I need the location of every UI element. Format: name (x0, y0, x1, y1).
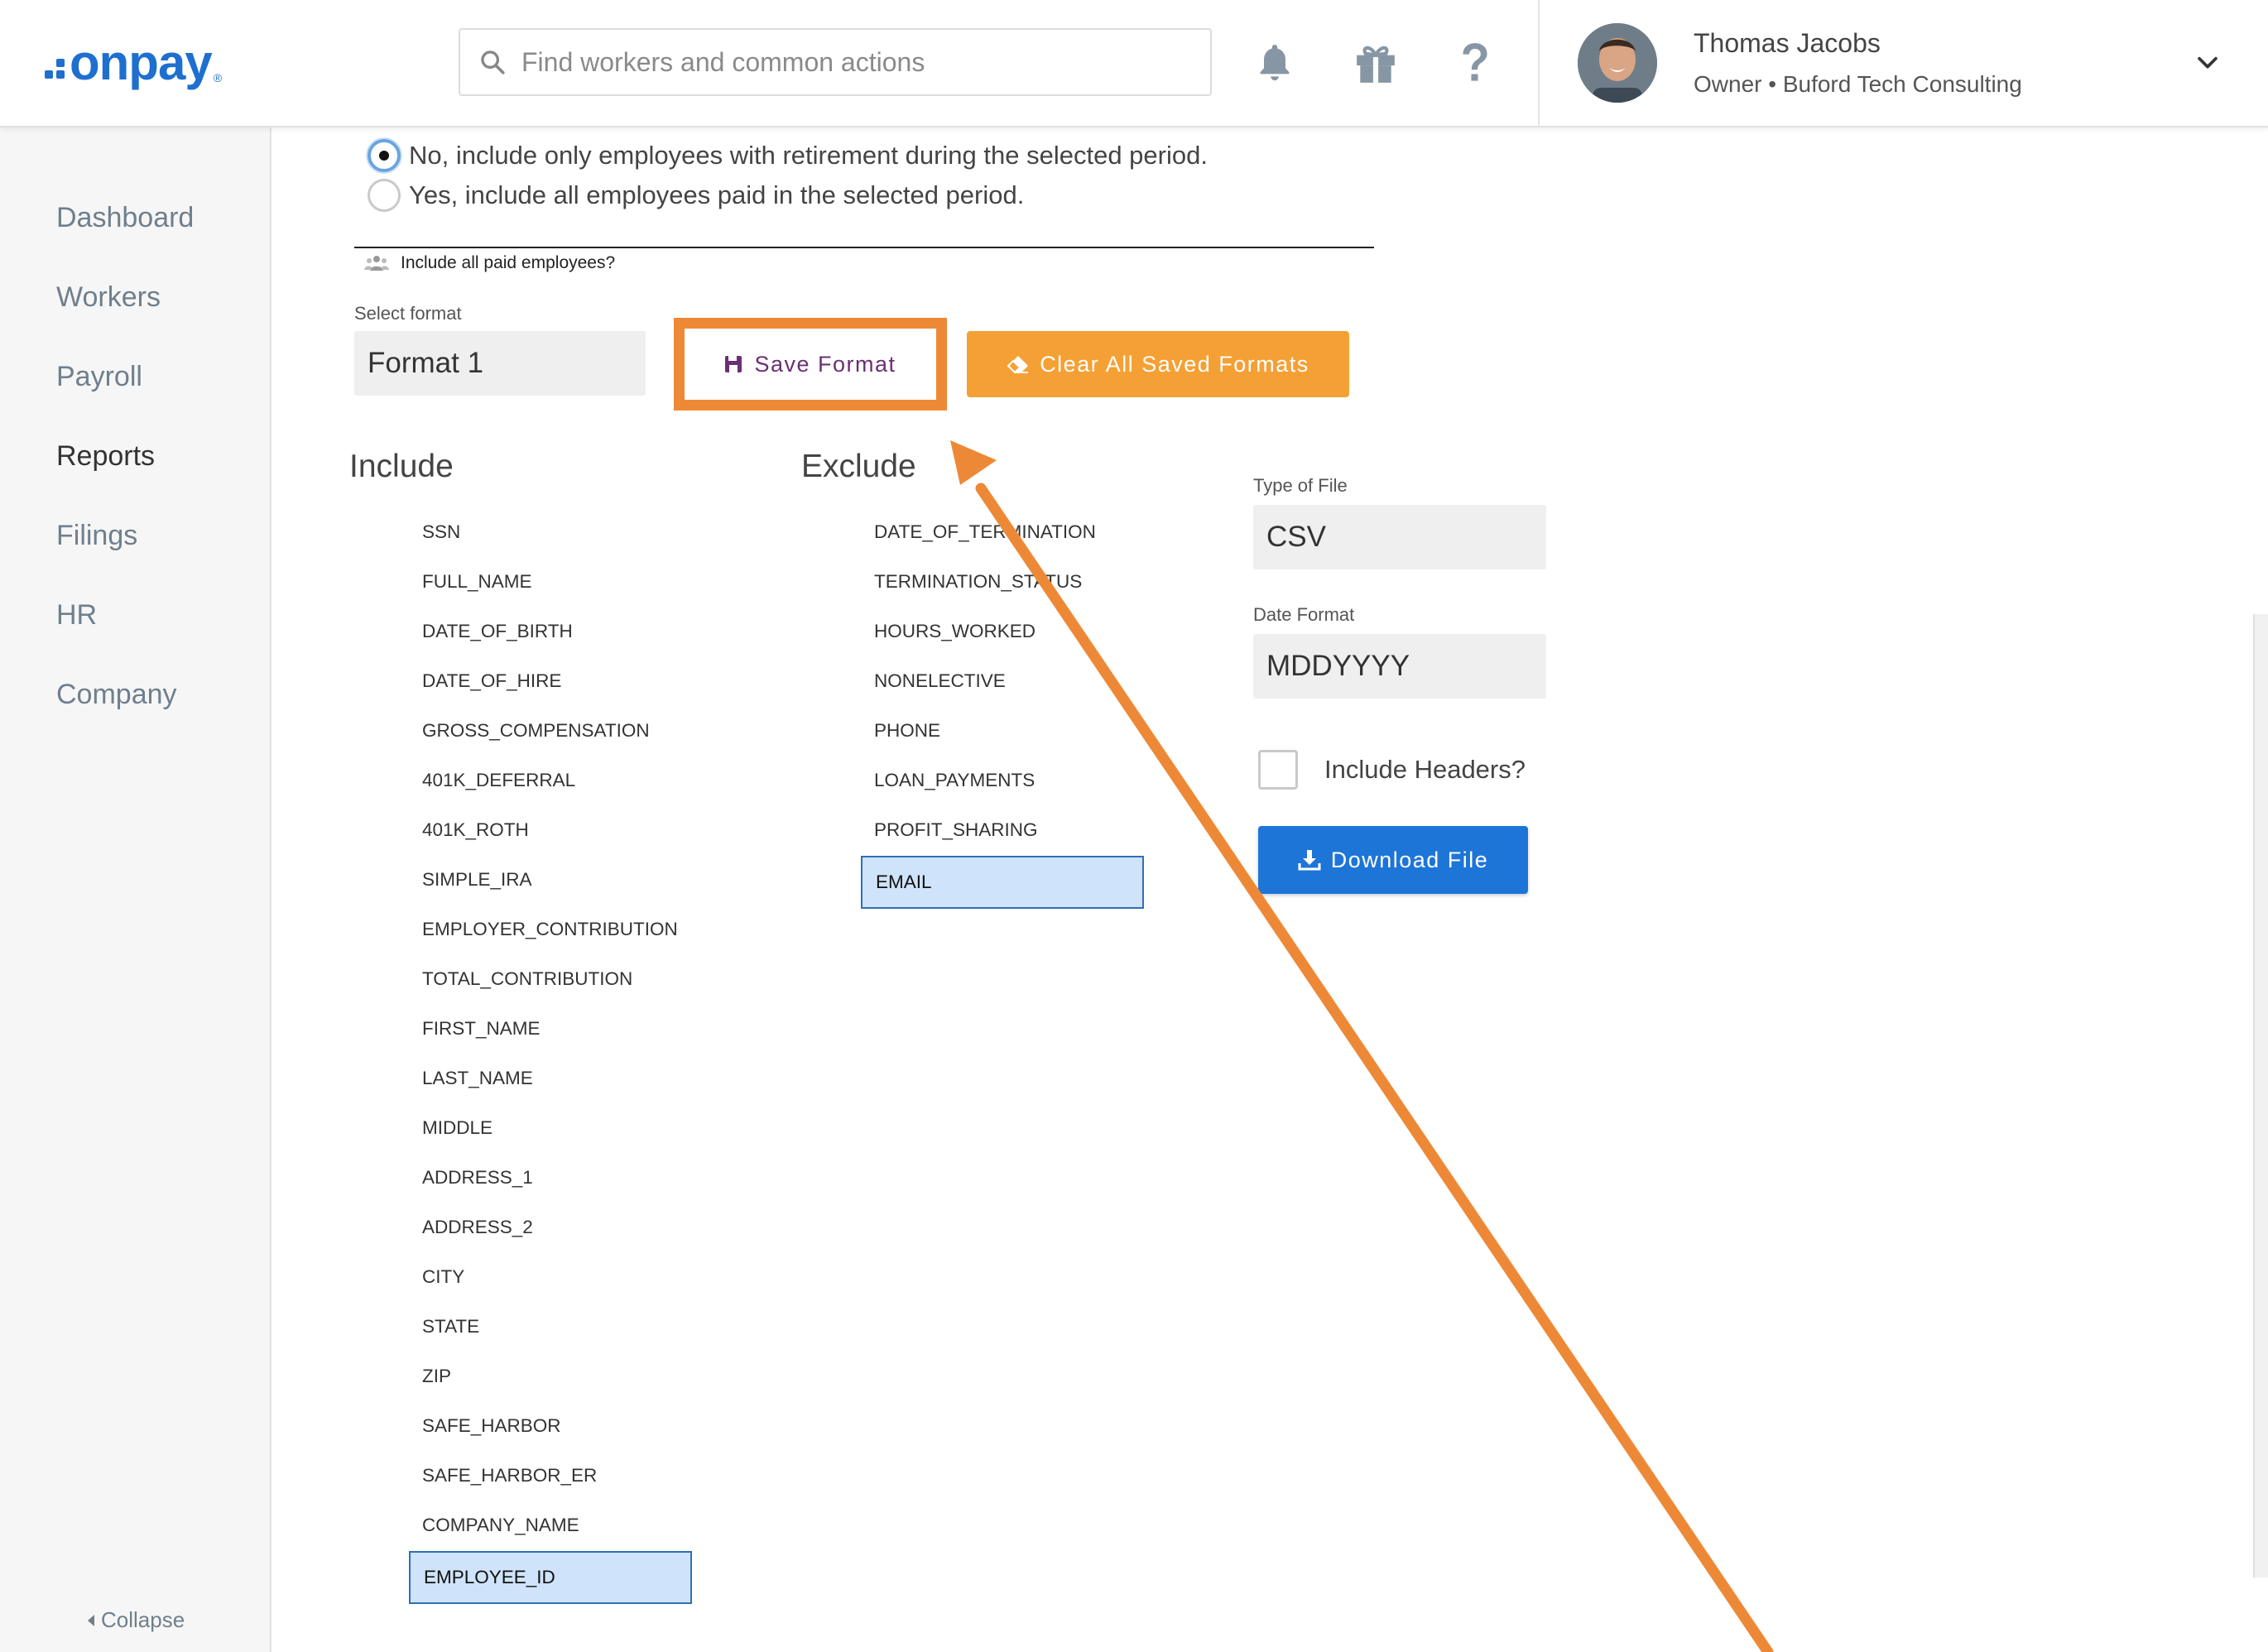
include-field-item[interactable]: COMPANY_NAME (422, 1515, 579, 1536)
file-type-select[interactable]: CSV (1253, 505, 1546, 569)
include-field-item[interactable]: EMPLOYER_CONTRIBUTION (422, 919, 678, 940)
sidebar: Dashboard Workers Payroll Reports Filing… (0, 126, 271, 1652)
exclude-field-item[interactable]: NONELECTIVE (874, 670, 1006, 692)
sidebar-item-payroll[interactable]: Payroll (56, 361, 142, 393)
collapse-label: Collapse (101, 1607, 185, 1632)
radio-button[interactable] (368, 179, 401, 212)
include-field-item[interactable]: ZIP (422, 1366, 451, 1387)
logo-mark-icon (45, 59, 65, 79)
include-field-item[interactable]: ADDRESS_2 (422, 1217, 533, 1238)
exclude-field-item[interactable]: LOAN_PAYMENTS (874, 770, 1035, 791)
sidebar-item-workers[interactable]: Workers (56, 281, 161, 314)
caret-left-icon (88, 1614, 94, 1626)
include-field-item[interactable]: SIMPLE_IRA (422, 869, 532, 891)
fieldset-legend: Include all paid employees? (364, 253, 615, 273)
search-icon (481, 50, 505, 74)
include-field-item[interactable]: DATE_OF_HIRE (422, 670, 561, 692)
include-field-item[interactable]: MIDDLE (422, 1117, 493, 1139)
include-field-item[interactable]: STATE (422, 1316, 479, 1337)
radio-button-selected[interactable] (368, 139, 401, 172)
include-heading: Include (349, 449, 454, 484)
include-field-item[interactable]: DATE_OF_BIRTH (422, 621, 573, 642)
search-box[interactable] (459, 28, 1212, 96)
radio-option-all-paid[interactable]: Yes, include all employees paid in the s… (368, 179, 1024, 212)
date-format-label: Date Format (1253, 604, 1355, 625)
legend-label: Include all paid employees? (401, 253, 616, 272)
include-field-item[interactable]: SAFE_HARBOR_ER (422, 1465, 597, 1486)
include-field-item[interactable]: FIRST_NAME (422, 1018, 541, 1040)
exclude-field-item[interactable]: TERMINATION_STATUS (874, 571, 1082, 593)
include-field-item-selected[interactable]: EMPLOYEE_ID (409, 1551, 692, 1604)
include-field-item[interactable]: SAFE_HARBOR (422, 1415, 561, 1437)
annotation-highlight-box (674, 318, 947, 411)
radio-label: No, include only employees with retireme… (409, 141, 1208, 170)
include-field-item[interactable]: LAST_NAME (422, 1068, 533, 1089)
download-file-label: Download File (1330, 847, 1489, 872)
help-icon[interactable] (1449, 36, 1502, 89)
sidebar-item-hr[interactable]: HR (56, 599, 97, 632)
include-field-item[interactable]: SSN (422, 521, 460, 543)
file-type-label: Type of File (1253, 475, 1348, 496)
fieldset-divider (354, 247, 1374, 248)
exclude-field-item[interactable]: PROFIT_SHARING (874, 819, 1038, 841)
exclude-field-item[interactable]: HOURS_WORKED (874, 621, 1035, 642)
top-header: onpay ® Find workers and common actions … (0, 0, 2268, 127)
clear-saved-formats-label: Clear All Saved Formats (1040, 351, 1309, 377)
user-name: Thomas Jacobs (1694, 28, 1881, 58)
registered-mark: ® (213, 71, 223, 84)
download-icon (1298, 850, 1321, 871)
exclude-heading: Exclude (801, 449, 916, 484)
include-field-item[interactable]: ADDRESS_1 (422, 1167, 533, 1189)
radio-label: Yes, include all employees paid in the s… (409, 180, 1025, 209)
eraser-icon (1007, 356, 1029, 374)
include-field-item[interactable]: 401K_DEFERRAL (422, 770, 575, 791)
avatar (1578, 23, 1657, 103)
chevron-down-icon[interactable] (2194, 48, 2222, 76)
user-menu[interactable]: Thomas Jacobs Owner • Buford Tech Consul… (1538, 0, 2268, 126)
format-select[interactable]: Format 1 (354, 331, 646, 396)
exclude-field-item[interactable]: DATE_OF_TERMINATION (874, 521, 1096, 543)
bell-icon[interactable] (1248, 36, 1301, 89)
page-scrollbar[interactable] (2253, 614, 2268, 1578)
exclude-field-item[interactable]: PHONE (874, 720, 940, 742)
sidebar-item-company[interactable]: Company (56, 679, 177, 711)
sidebar-item-dashboard[interactable]: Dashboard (56, 202, 194, 234)
logo-text: onpay (70, 34, 213, 90)
gift-icon[interactable] (1349, 36, 1402, 89)
download-file-button[interactable]: Download File (1258, 826, 1528, 894)
include-headers-label: Include Headers? (1324, 755, 1526, 784)
include-field-item[interactable]: CITY (422, 1266, 464, 1288)
include-headers-checkbox[interactable] (1258, 750, 1298, 790)
onpay-logo[interactable]: onpay ® (45, 33, 222, 91)
users-icon (364, 256, 389, 271)
date-format-select[interactable]: MDDYYYY (1253, 634, 1546, 699)
collapse-sidebar-button[interactable]: Collapse (86, 1607, 185, 1633)
include-field-item[interactable]: FULL_NAME (422, 571, 532, 593)
search-input[interactable] (520, 46, 1185, 79)
select-format-label: Select format (354, 303, 462, 324)
include-field-item[interactable]: GROSS_COMPENSATION (422, 720, 650, 742)
include-field-item[interactable]: 401K_ROTH (422, 819, 529, 841)
radio-option-retirement-only[interactable]: No, include only employees with retireme… (368, 139, 1208, 172)
sidebar-item-reports[interactable]: Reports (56, 440, 155, 473)
user-role: Owner • Buford Tech Consulting (1694, 71, 2022, 97)
sidebar-item-filings[interactable]: Filings (56, 520, 137, 552)
clear-saved-formats-button[interactable]: Clear All Saved Formats (967, 331, 1349, 397)
include-field-item[interactable]: TOTAL_CONTRIBUTION (422, 968, 632, 990)
exclude-field-item-selected[interactable]: EMAIL (861, 856, 1144, 909)
